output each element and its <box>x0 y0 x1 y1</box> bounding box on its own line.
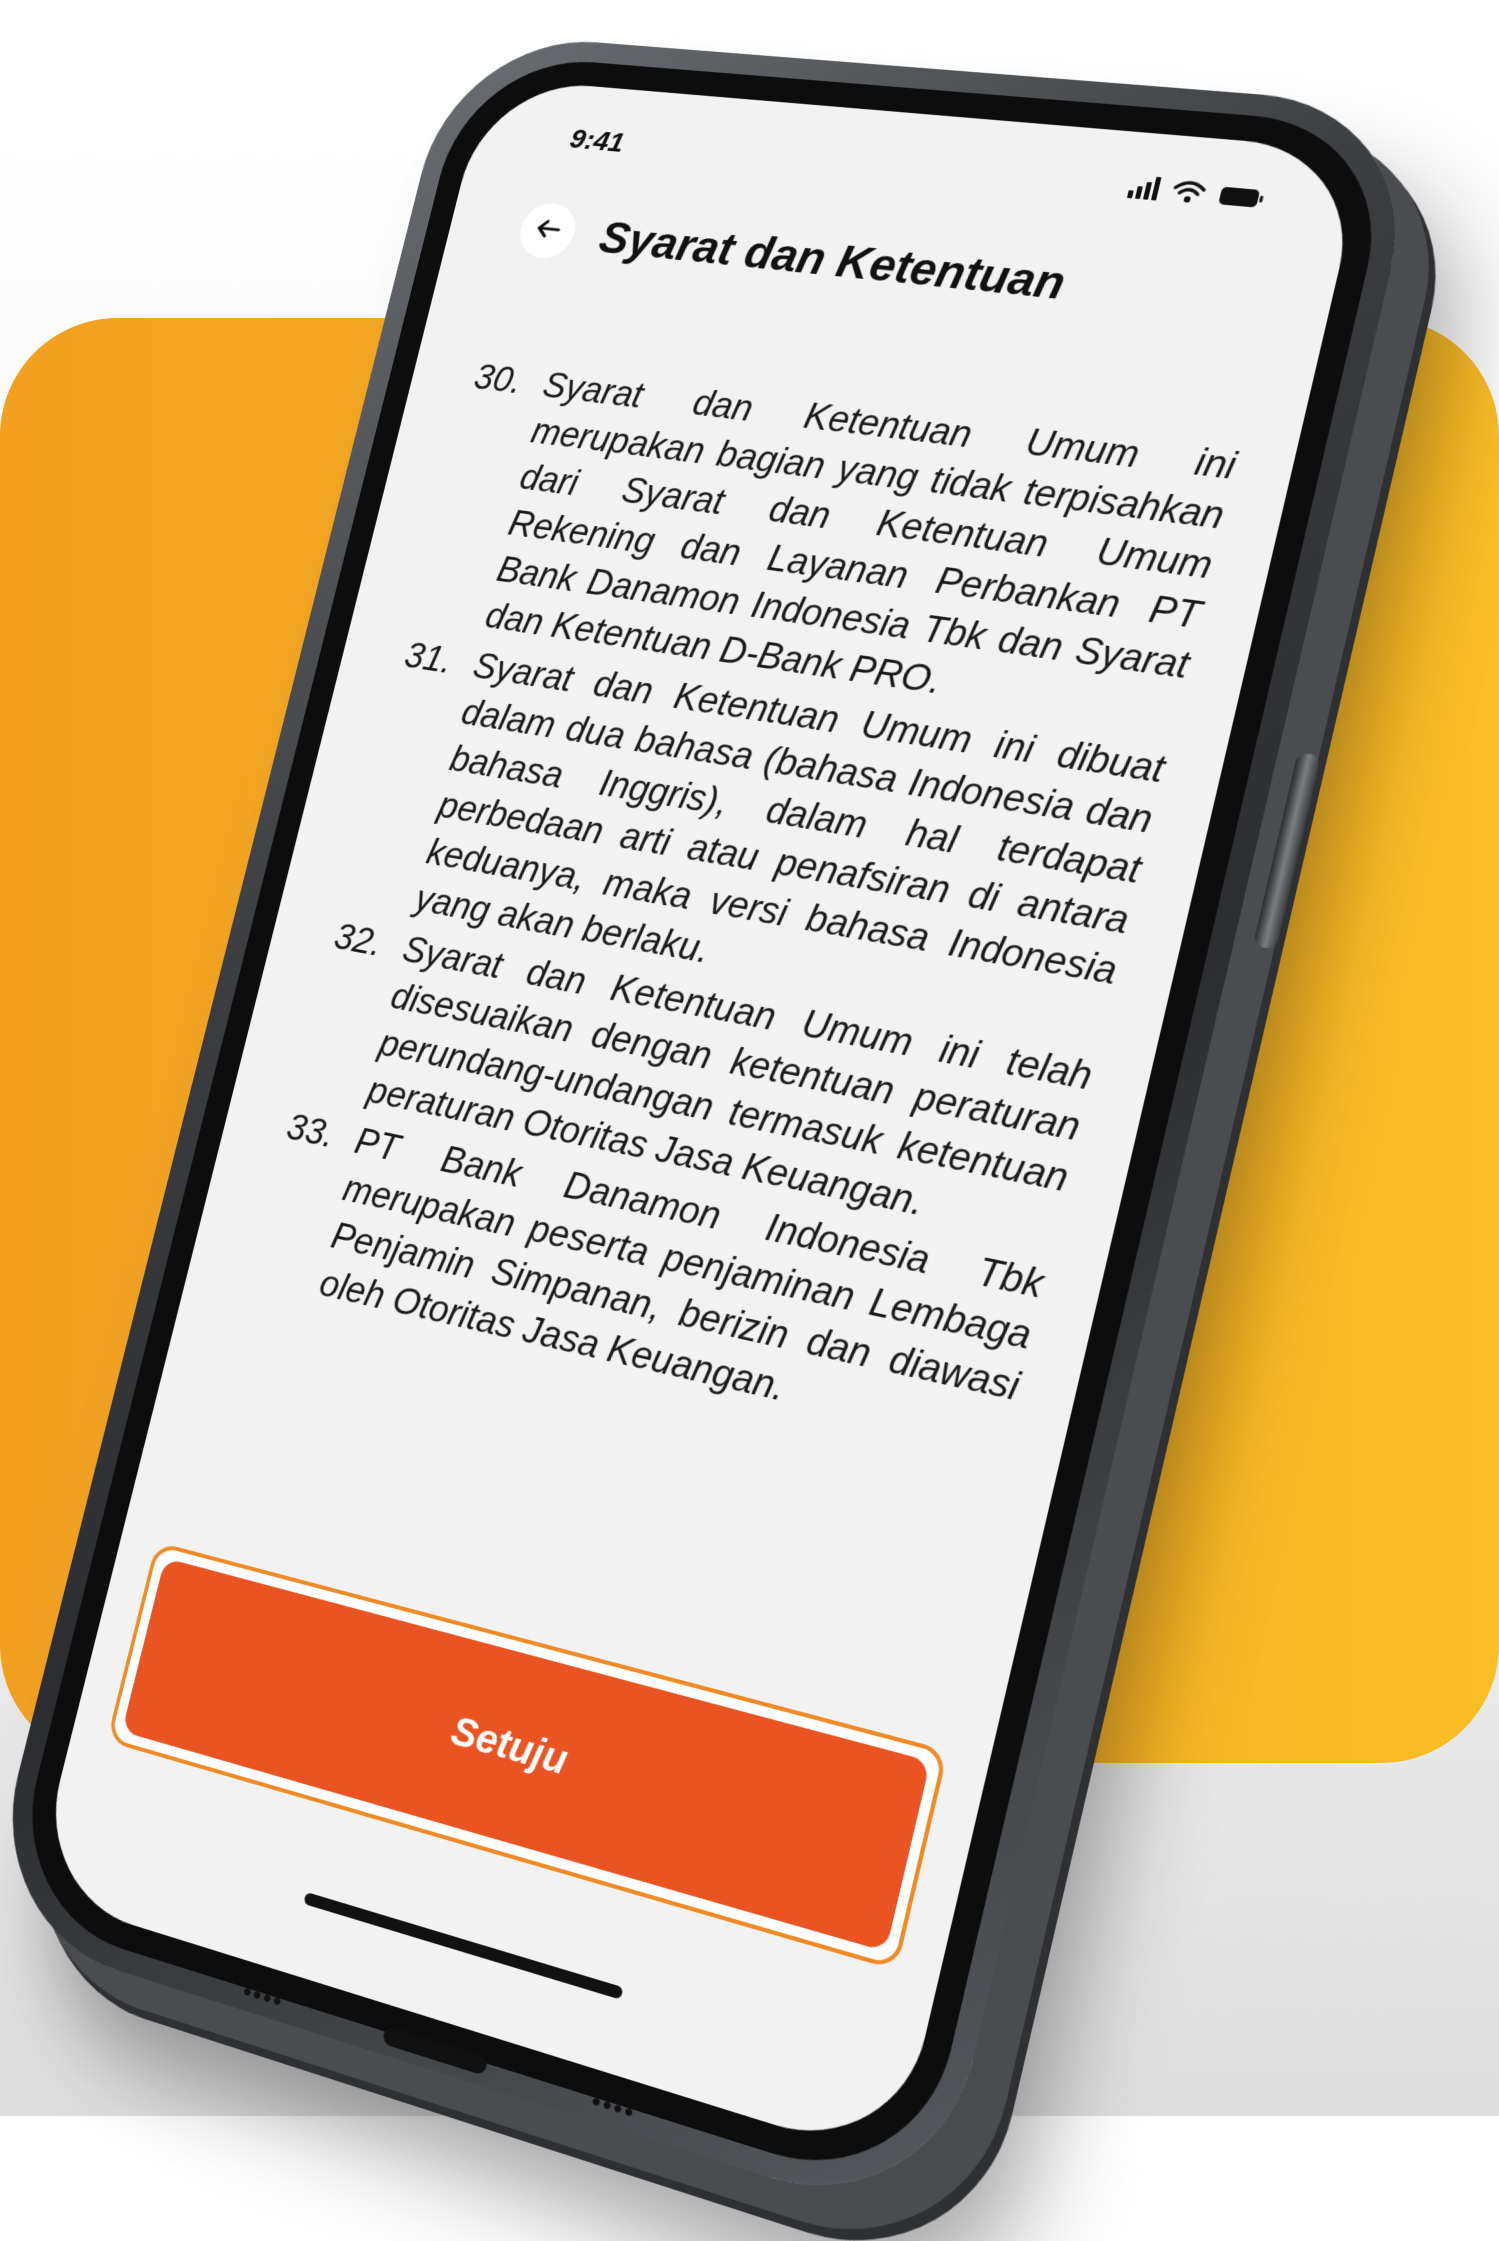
stage: 9:41 Syarat dan Ketentuan 30. Syarat dan… <box>0 0 1499 2230</box>
terms-content: 30. Syarat dan Ketentuan Umum ini merupak… <box>246 354 1241 1469</box>
signal-icon <box>1126 175 1162 201</box>
term-number: 33. <box>282 1106 339 1157</box>
agree-button-highlight: Setuju <box>106 1541 949 1971</box>
phone-bezel: 9:41 Syarat dan Ketentuan 30. Syarat dan… <box>3 52 1401 2199</box>
phone-screen: 9:41 Syarat dan Ketentuan 30. Syarat dan… <box>31 77 1367 2163</box>
term-text: Syarat dan Ketentuan Umum ini merupakan … <box>481 365 1240 703</box>
phone-side-button <box>1252 752 1322 950</box>
term-number: 32. <box>330 916 387 965</box>
back-button[interactable] <box>514 200 581 261</box>
agree-button[interactable]: Setuju <box>121 1557 931 1952</box>
status-time: 9:41 <box>566 123 628 159</box>
phone-device: 9:41 Syarat dan Ketentuan 30. Syarat dan… <box>0 31 1429 2230</box>
status-icons <box>1126 175 1267 211</box>
battery-icon <box>1217 185 1267 211</box>
term-number: 30. <box>470 357 527 402</box>
home-indicator[interactable] <box>303 1891 624 2000</box>
arrow-left-icon <box>531 216 564 245</box>
term-number: 31. <box>400 635 457 682</box>
page-title: Syarat dan Ketentuan <box>594 213 1071 310</box>
wifi-icon <box>1170 179 1208 205</box>
